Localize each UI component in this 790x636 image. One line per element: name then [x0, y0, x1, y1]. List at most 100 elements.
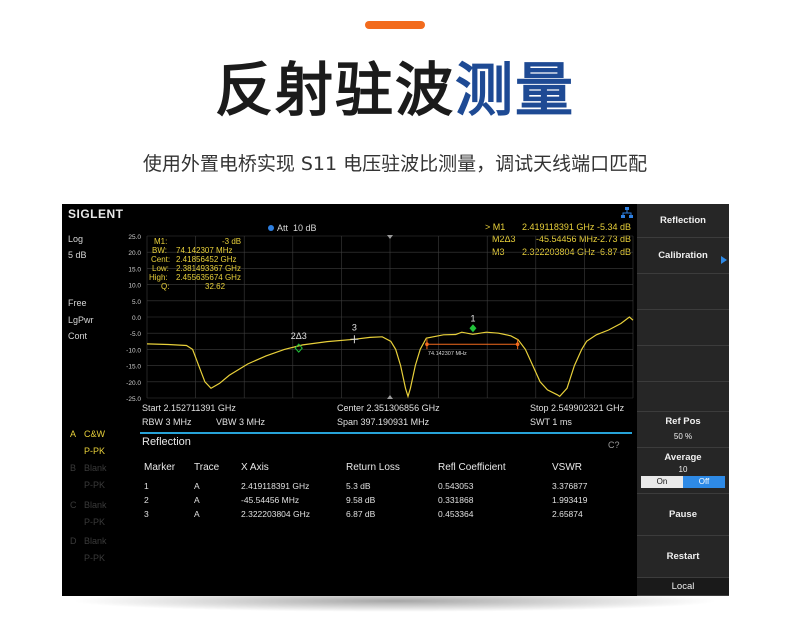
- att-value: 10 dB: [293, 223, 317, 233]
- ref-pos-button[interactable]: Ref Pos 50 %: [637, 412, 729, 448]
- y-tick-label: -10.0: [126, 347, 141, 354]
- col-vswr: VSWR: [552, 462, 582, 473]
- local-button[interactable]: Local: [637, 578, 729, 596]
- trace-d-name[interactable]: Blank: [84, 536, 107, 546]
- marker-1-diamond-icon: [469, 324, 477, 333]
- brand-logo: SIGLENT: [68, 207, 124, 221]
- swt-value: SWT 1 ms: [530, 417, 572, 427]
- pause-button[interactable]: Pause: [637, 494, 729, 536]
- col-trace: Trace: [194, 462, 220, 473]
- cell-trace: A: [194, 495, 200, 505]
- ref-pos-label: Ref Pos: [665, 416, 701, 427]
- calibration-button[interactable]: Calibration: [637, 238, 729, 274]
- col-marker: Marker: [144, 462, 176, 473]
- cell-marker: 3: [144, 509, 149, 519]
- span-value: Span 397.190931 MHz: [337, 417, 430, 427]
- cell-vswr: 2.65874: [552, 509, 583, 519]
- trace-d-detector: P-PK: [84, 553, 106, 563]
- trace-c-name[interactable]: Blank: [84, 500, 107, 510]
- softkey-blank-3[interactable]: [637, 346, 729, 382]
- detector-label: LgPwr: [68, 315, 94, 325]
- trace-c-letter: C: [70, 500, 77, 510]
- trace-a-name[interactable]: C&W: [84, 429, 105, 439]
- network-icon: [621, 207, 633, 218]
- measure-value: 32.62: [205, 282, 226, 291]
- scale-label: 5 dB: [68, 250, 87, 260]
- measure-value: 74.142307 MHz: [176, 246, 233, 255]
- y-tick-label: 0.0: [132, 315, 141, 322]
- trace-a-letter: A: [70, 429, 77, 439]
- panel-divider: [140, 432, 632, 434]
- stop-freq: Stop 2.549902321 GHz: [530, 403, 625, 413]
- measure-key: BW:: [152, 246, 167, 255]
- marker-1-value: -5.34 dB: [597, 222, 632, 232]
- cell-trace: A: [194, 481, 200, 491]
- cell-refl-coefficient: 0.543053: [438, 481, 474, 491]
- cell-x-axis: 2.419118391 GHz: [241, 481, 310, 491]
- ref-mode-label: Log: [68, 234, 84, 244]
- center-bottom-indicator-icon: [387, 395, 393, 399]
- cell-refl-coefficient: 0.453364: [438, 509, 474, 519]
- measure-value: 2.41856452 GHz: [176, 255, 237, 264]
- sweep-mode-label: Cont: [68, 331, 88, 341]
- marker-1-name: > M1: [485, 222, 506, 232]
- y-tick-label: 5.0: [132, 299, 141, 306]
- y-tick-label: 20.0: [128, 250, 141, 257]
- cell-return-loss: 5.3 dB: [346, 481, 371, 491]
- col-return-loss: Return Loss: [346, 462, 400, 473]
- y-tick-label: -20.0: [126, 380, 141, 387]
- measure-key: Cent:: [151, 255, 171, 264]
- cell-vswr: 1.993419: [552, 495, 588, 505]
- softkey-blank-2[interactable]: [637, 310, 729, 346]
- marker-1-freq: 2.419118391 GHz: [522, 222, 595, 232]
- title-main: 反射驻波: [214, 56, 455, 124]
- measure-value: 2.381493367 GHz: [176, 264, 241, 273]
- measure-value: 2.455635674 GHz: [176, 273, 241, 282]
- trace-b-name[interactable]: Blank: [84, 463, 107, 473]
- y-tick-label: -5.0: [130, 331, 142, 338]
- title-highlight: 测量: [455, 56, 576, 124]
- softkey-blank-1[interactable]: [637, 274, 729, 310]
- analyzer-screen: SIGLENT Log 5 dB Free LgPwr Cont A C&W P…: [62, 204, 729, 596]
- average-off-toggle[interactable]: Off: [683, 476, 725, 488]
- reflection-button[interactable]: Reflection: [637, 204, 729, 238]
- reflection-panel-title: Reflection: [142, 436, 191, 448]
- restart-button[interactable]: Restart: [637, 536, 729, 578]
- cell-refl-coefficient: 0.331868: [438, 495, 474, 505]
- cell-marker: 2: [144, 495, 149, 505]
- trace-b-detector: P-PK: [84, 480, 106, 490]
- measure-key: High:: [149, 273, 168, 282]
- cell-return-loss: 9.58 dB: [346, 495, 376, 505]
- trace-c-detector: P-PK: [84, 517, 106, 527]
- y-tick-label: -15.0: [126, 364, 141, 371]
- marker-1-label: 1: [470, 313, 475, 323]
- marker-2-label: 2Δ3: [291, 331, 307, 341]
- trace-b-letter: B: [70, 463, 77, 473]
- y-tick-label: 25.0: [128, 234, 141, 241]
- y-tick-label: 15.0: [128, 266, 141, 273]
- center-freq: Center 2.351306856 GHz: [337, 403, 440, 413]
- col-refl-coefficient: Refl Coefficient: [438, 462, 506, 473]
- softkey-blank-4[interactable]: [637, 382, 729, 412]
- cell-return-loss: 6.87 dB: [346, 509, 376, 519]
- bw-low-point: [425, 342, 429, 347]
- page-subtitle: 使用外置电桥实现 S11 电压驻波比测量，调试天线端口匹配: [142, 153, 648, 175]
- start-freq: Start 2.152711391 GHz: [142, 403, 236, 413]
- vbw-value: VBW 3 MHz: [216, 417, 266, 427]
- measure-value: -3 dB: [222, 237, 242, 246]
- trace-a-detector: P-PK: [84, 446, 106, 456]
- average-label: Average: [664, 452, 702, 463]
- cell-trace: A: [194, 509, 200, 519]
- bw-annotation: 74.142307 MHz: [428, 351, 467, 357]
- attenuation-readout: Att 10 dB: [268, 223, 317, 233]
- rbw-value: RBW 3 MHz: [142, 417, 192, 427]
- panel-corner-label: C?: [608, 440, 620, 450]
- att-label: Att: [277, 223, 289, 233]
- page-title: 反射驻波测量: [0, 52, 790, 128]
- measure-key: M1:: [154, 237, 168, 246]
- submenu-arrow-icon: [721, 256, 727, 264]
- cell-marker: 1: [144, 481, 149, 491]
- accent-bar: [365, 21, 425, 29]
- average-on-toggle[interactable]: On: [641, 476, 683, 488]
- y-tick-label: -25.0: [126, 396, 141, 403]
